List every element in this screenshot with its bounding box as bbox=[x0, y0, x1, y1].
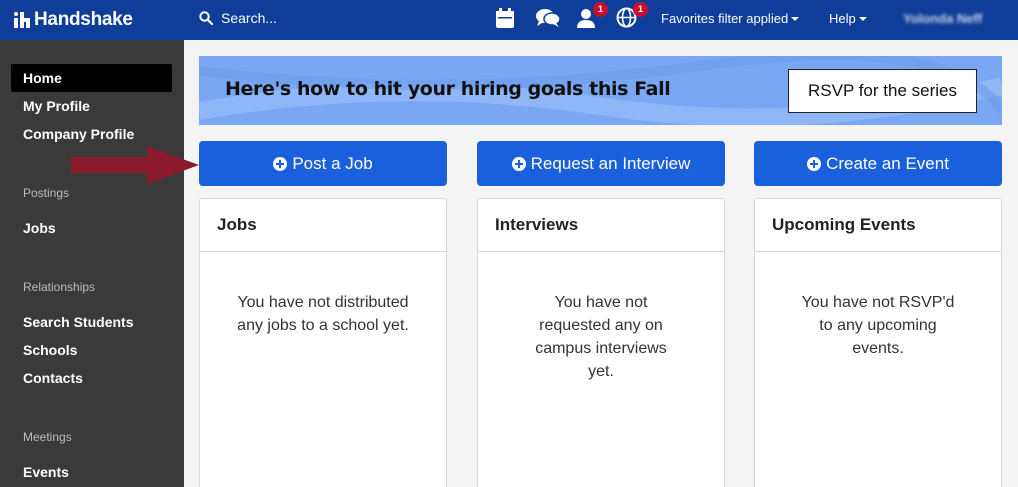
messages-icon[interactable] bbox=[535, 7, 561, 31]
plus-circle-icon bbox=[273, 156, 288, 171]
banner-title: Here's how to hit your hiring goals this… bbox=[225, 78, 671, 100]
top-navigation-bar: Handshake Search... 1 1 Favorites filter… bbox=[0, 0, 1018, 40]
sidebar-item-search-students[interactable]: Search Students bbox=[11, 308, 172, 336]
globe-icon[interactable]: 1 bbox=[616, 2, 648, 31]
create-event-label: Create an Event bbox=[826, 153, 949, 173]
sidebar-heading-meetings: Meetings bbox=[23, 430, 72, 444]
sidebar-item-events[interactable]: Events bbox=[11, 458, 172, 486]
annotation-arrow-icon bbox=[71, 146, 199, 184]
card-empty-text: You have not requested any on campus int… bbox=[535, 294, 667, 380]
sidebar-item-home[interactable]: Home bbox=[11, 64, 172, 92]
globe-badge: 1 bbox=[633, 2, 648, 17]
card-title: Upcoming Events bbox=[755, 199, 1001, 252]
plus-circle-icon bbox=[511, 156, 526, 171]
handshake-logo[interactable]: Handshake bbox=[14, 9, 133, 31]
create-event-button[interactable]: Create an Event bbox=[754, 141, 1002, 186]
help-label: Help bbox=[829, 11, 856, 26]
brand-name: Handshake bbox=[34, 9, 133, 30]
request-interview-button[interactable]: Request an Interview bbox=[477, 141, 725, 186]
chevron-down-icon bbox=[858, 16, 867, 21]
sidebar-heading-postings: Postings bbox=[23, 186, 70, 200]
card-empty-text: You have not distributed any jobs to a s… bbox=[237, 294, 409, 334]
request-interview-label: Request an Interview bbox=[530, 153, 691, 173]
connections-icon[interactable]: 1 bbox=[576, 2, 608, 31]
favorites-filter-dropdown[interactable]: Favorites filter applied bbox=[661, 11, 800, 26]
calendar-icon[interactable] bbox=[495, 7, 519, 31]
rsvp-button[interactable]: RSVP for the series bbox=[788, 69, 977, 113]
plus-circle-icon bbox=[807, 156, 822, 171]
sidebar-heading-relationships: Relationships bbox=[23, 280, 96, 294]
interviews-card: Interviews You have not requested any on… bbox=[477, 198, 725, 487]
card-title: Interviews bbox=[478, 199, 724, 252]
sidebar-item-company-profile[interactable]: Company Profile bbox=[11, 120, 172, 148]
user-menu[interactable]: Yolonda Neff bbox=[903, 11, 982, 26]
search-icon bbox=[199, 11, 213, 25]
jobs-card: Jobs You have not distributed any jobs t… bbox=[199, 198, 447, 487]
favorites-filter-label: Favorites filter applied bbox=[661, 11, 789, 26]
sidebar: Home My Profile Company Profile Postings… bbox=[0, 40, 184, 487]
post-job-label: Post a Job bbox=[292, 153, 373, 173]
post-job-button[interactable]: Post a Job bbox=[199, 141, 447, 186]
notification-badge: 1 bbox=[593, 2, 608, 17]
card-title: Jobs bbox=[200, 199, 446, 252]
chevron-down-icon bbox=[791, 16, 800, 21]
help-dropdown[interactable]: Help bbox=[829, 11, 867, 26]
promo-banner: Here's how to hit your hiring goals this… bbox=[199, 56, 1002, 125]
sidebar-item-schools[interactable]: Schools bbox=[11, 336, 172, 364]
search-input[interactable]: Search... bbox=[199, 10, 277, 26]
sidebar-item-contacts[interactable]: Contacts bbox=[11, 364, 172, 392]
sidebar-item-jobs[interactable]: Jobs bbox=[11, 214, 172, 242]
sidebar-item-my-profile[interactable]: My Profile bbox=[11, 92, 172, 120]
events-card: Upcoming Events You have not RSVP'd to a… bbox=[754, 198, 1002, 487]
search-placeholder: Search... bbox=[221, 10, 278, 26]
handshake-logo-icon bbox=[14, 12, 30, 28]
card-empty-text: You have not RSVP'd to any upcoming even… bbox=[801, 294, 955, 357]
